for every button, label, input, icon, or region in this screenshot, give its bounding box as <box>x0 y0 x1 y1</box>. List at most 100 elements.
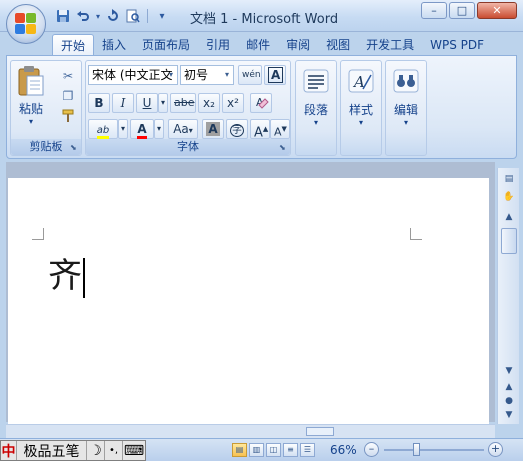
vertical-scroll-thumb[interactable] <box>501 228 517 254</box>
minimize-button[interactable]: – <box>421 2 447 19</box>
character-shading-label: A <box>206 122 220 136</box>
phonetic-guide-label: wén <box>242 70 261 80</box>
font-group: 宋体 (中文正文 ▾ 初号 ▾ wén A B I U ▾ abe x₂ x² … <box>85 60 291 156</box>
editing-dropdown-icon[interactable]: ▾ <box>404 118 408 127</box>
subscript-button[interactable]: x₂ <box>198 93 220 113</box>
ime-mode-toggle[interactable]: 中 <box>1 441 17 460</box>
office-button[interactable] <box>6 4 46 44</box>
font-group-label: 字体 <box>86 139 290 155</box>
horizontal-scroll-thumb[interactable] <box>306 427 334 436</box>
undo-dropdown-icon[interactable]: ▾ <box>94 7 102 25</box>
copy-icon[interactable]: ❐ <box>59 87 77 105</box>
grow-font-button[interactable]: A▲ <box>250 119 270 140</box>
ribbon: 粘贴 ▾ ✂ ❐ 剪贴板 ⬊ 宋体 (中文正文 ▾ 初号 ▾ wén A B I… <box>6 55 517 159</box>
superscript-button[interactable]: x² <box>222 93 244 113</box>
print-preview-icon[interactable] <box>124 7 142 25</box>
styles-icon: A <box>348 69 374 93</box>
paragraph-dropdown-icon[interactable]: ▾ <box>314 118 318 127</box>
font-name-combo[interactable]: 宋体 (中文正文 ▾ <box>88 65 178 85</box>
paste-icon <box>18 66 44 96</box>
tab-mailings[interactable]: 邮件 <box>238 34 278 56</box>
clear-formatting-button[interactable]: A <box>250 93 272 113</box>
document-page[interactable]: 齐 <box>8 178 489 428</box>
document-text[interactable]: 齐 <box>48 248 85 298</box>
close-button[interactable]: ✕ <box>477 2 517 19</box>
print-layout-view-icon[interactable]: ▤ <box>232 443 247 457</box>
title-bar: ▾ ▾ 文档 1 - Microsoft Word – □ ✕ <box>0 0 523 44</box>
clipboard-dialog-launcher-icon[interactable]: ⬊ <box>70 143 79 152</box>
chevron-down-icon[interactable]: ▾ <box>222 67 232 83</box>
tab-references[interactable]: 引用 <box>198 34 238 56</box>
font-size-combo[interactable]: 初号 ▾ <box>180 65 234 85</box>
scroll-up-icon[interactable]: ▲ <box>501 210 517 224</box>
office-logo-icon <box>15 13 37 35</box>
tab-view[interactable]: 视图 <box>318 34 358 56</box>
browse-object-icon[interactable]: ✋ <box>501 190 517 204</box>
zoom-slider-track[interactable] <box>384 449 484 451</box>
ime-moon-icon[interactable]: ☽ <box>87 441 105 460</box>
outline-view-icon[interactable]: ≡ <box>283 443 298 457</box>
paste-dropdown-icon[interactable]: ▾ <box>29 117 33 126</box>
paragraph-button[interactable]: 段落 ▾ <box>299 69 333 127</box>
bold-button[interactable]: B <box>88 93 110 113</box>
select-browse-object-icon[interactable]: ● <box>501 394 517 408</box>
customize-qat-icon[interactable]: ▾ <box>153 7 171 25</box>
zoom-level[interactable]: 66% <box>330 443 357 457</box>
styles-dropdown-icon[interactable]: ▾ <box>359 118 363 127</box>
font-color-dropdown-icon[interactable]: ▾ <box>154 119 164 139</box>
tab-home[interactable]: 开始 <box>52 34 95 56</box>
ime-name[interactable]: 极品五笔 <box>17 441 87 460</box>
font-color-label: A <box>137 122 147 140</box>
styles-group: A 样式 ▾ <box>340 60 382 156</box>
vertical-scrollbar[interactable]: ▤ ✋ ▲ ▼ ▲ ● ▼ <box>497 168 519 424</box>
undo-icon[interactable] <box>74 7 92 25</box>
character-shading-button[interactable]: A <box>202 119 224 139</box>
zoom-slider-thumb[interactable] <box>413 443 420 456</box>
tab-insert[interactable]: 插入 <box>94 34 134 56</box>
editing-button[interactable]: 编辑 ▾ <box>389 69 423 127</box>
font-name-value: 宋体 (中文正文 <box>92 68 173 82</box>
zoom-out-button[interactable]: – <box>364 442 379 457</box>
text-highlight-button[interactable]: ab <box>88 119 118 140</box>
draft-view-icon[interactable]: ☰ <box>300 443 315 457</box>
font-color-button[interactable]: A <box>130 119 154 140</box>
tab-page-layout[interactable]: 页面布局 <box>134 34 198 56</box>
phonetic-guide-button[interactable]: wén <box>238 65 262 85</box>
scroll-down-icon[interactable]: ▼ <box>501 364 517 378</box>
ruler-toggle-icon[interactable]: ▤ <box>501 172 517 186</box>
format-painter-icon[interactable] <box>59 107 77 125</box>
paste-button[interactable]: 粘贴 ▾ <box>15 65 47 126</box>
redo-icon[interactable] <box>104 7 122 25</box>
maximize-button[interactable]: □ <box>449 2 475 19</box>
tab-review[interactable]: 审阅 <box>278 34 318 56</box>
highlight-dropdown-icon[interactable]: ▾ <box>118 119 128 139</box>
chevron-down-icon[interactable]: ▾ <box>166 67 176 83</box>
ime-toolbar: 中 极品五笔 ☽ •, ⌨ <box>0 440 146 461</box>
strikethrough-button[interactable]: abe <box>170 93 196 113</box>
italic-button[interactable]: I <box>112 93 134 113</box>
font-dialog-launcher-icon[interactable]: ⬊ <box>279 143 288 152</box>
ime-punctuation-toggle[interactable]: •, <box>105 441 123 460</box>
clear-formatting-icon: A <box>256 96 269 109</box>
enclose-characters-button[interactable]: 字 <box>226 119 248 139</box>
previous-page-icon[interactable]: ▲ <box>501 380 517 394</box>
web-layout-view-icon[interactable]: ◫ <box>266 443 281 457</box>
ime-mode-label: 中 <box>1 443 16 460</box>
next-page-icon[interactable]: ▼ <box>501 408 517 422</box>
underline-dropdown-icon[interactable]: ▾ <box>158 93 168 113</box>
horizontal-scrollbar[interactable] <box>6 424 495 438</box>
shrink-font-button[interactable]: A▼ <box>270 119 290 139</box>
tab-wps-pdf[interactable]: WPS PDF <box>422 34 492 56</box>
styles-button[interactable]: A 样式 ▾ <box>344 69 378 127</box>
tab-developer[interactable]: 开发工具 <box>358 34 422 56</box>
character-border-button[interactable]: A <box>264 65 286 85</box>
underline-button[interactable]: U <box>136 93 158 113</box>
save-icon[interactable] <box>54 7 72 25</box>
full-screen-reading-icon[interactable]: ▥ <box>249 443 264 457</box>
cut-icon[interactable]: ✂ <box>59 67 77 85</box>
keyboard-icon[interactable]: ⌨ <box>123 441 145 460</box>
editing-group: 编辑 ▾ <box>385 60 427 156</box>
zoom-in-button[interactable]: + <box>488 442 503 457</box>
paragraph-label: 段落 <box>303 103 328 117</box>
change-case-button[interactable]: Aa▾ <box>168 119 198 139</box>
